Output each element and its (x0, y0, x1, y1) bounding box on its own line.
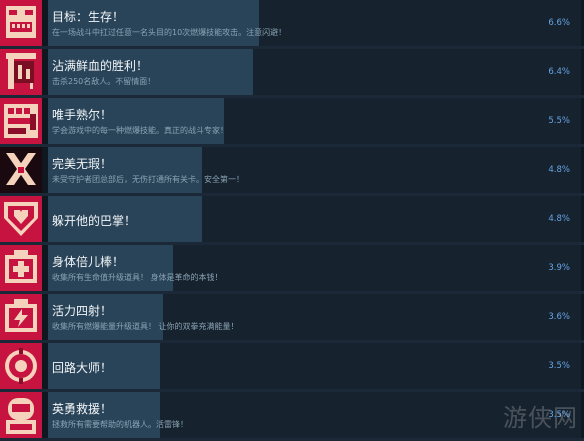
achievement-row[interactable]: 目标：生存！ 在一场战斗中扛过任意一名头目的10次燃爆技能攻击。注意闪避！ 6.6% (0, 0, 584, 46)
achievement-row[interactable]: 活力四射！ 收集所有燃爆能量升级道具！ 让你的双拳充满能量！ 3.6% (0, 294, 584, 340)
unlock-percent: 6.6% (548, 18, 570, 28)
unlock-percent: 4.8% (548, 214, 570, 224)
achievement-title: 躲开他的巴掌！ (52, 214, 137, 228)
achievement-row[interactable]: 身体倍儿棒！ 收集所有生命值升级道具！ 身体是革命的本钱！ 3.9% (0, 245, 584, 291)
achievement-row[interactable]: 沾满鲜血的胜利！ 击杀250名敌人。不留情面！ 6.4% (0, 49, 584, 95)
achievement-title: 目标：生存！ (52, 10, 125, 24)
bloody-banner-icon (0, 49, 42, 95)
progress-bar (48, 98, 581, 144)
unlock-percent: 5.5% (548, 116, 570, 126)
grinning-face-icon (0, 0, 42, 46)
achievement-description: 拯救所有需要帮助的机器人。活雷锋！ (52, 420, 188, 429)
achievement-title: 唯手熟尔！ (52, 108, 113, 122)
achievement-title: 身体倍儿棒！ (52, 255, 125, 269)
achievement-description: 在一场战斗中扛过任意一名头目的10次燃爆技能攻击。注意闪避！ (52, 28, 287, 37)
achievement-description: 击杀250名敌人。不留情面！ (52, 77, 156, 86)
progress-bar (48, 343, 581, 389)
health-pack-icon (0, 245, 42, 291)
unlock-percent: 3.6% (548, 312, 570, 322)
progress-bar (48, 294, 581, 340)
progress-bar (48, 0, 581, 46)
achievement-description: 未受守护者团总部后，无伤打通所有关卡。安全第一！ (52, 175, 244, 184)
achievement-description: 学会游戏中的每一种燃爆技能。真正的战斗专家！ (52, 126, 228, 135)
achievement-title: 活力四射！ (52, 304, 113, 318)
watermark: 游侠网 (503, 404, 578, 432)
achievement-title: 沾满鲜血的胜利！ (52, 59, 149, 73)
achievement-title: 英勇救援！ (52, 402, 113, 416)
unlock-percent: 3.9% (548, 263, 570, 273)
achievement-description: 收集所有燃爆能量升级道具！ 让你的双拳充满能量！ (52, 322, 239, 331)
robot-helmet-icon (0, 392, 42, 438)
unlock-percent: 3.5% (548, 361, 570, 371)
achievement-row[interactable]: 英勇救援！ 拯救所有需要帮助的机器人。活雷锋！ 3.5% (0, 392, 584, 438)
shield-heart-icon (0, 196, 42, 242)
energy-pack-icon (0, 294, 42, 340)
achievement-description: 收集所有生命值升级道具！ 身体是革命的本钱！ (52, 273, 223, 282)
unlock-percent: 6.4% (548, 67, 570, 77)
crossed-lightning-icon (0, 147, 42, 193)
circuit-medal-icon (0, 343, 42, 389)
progress-bar (48, 245, 581, 291)
achievement-row[interactable]: 躲开他的巴掌！ 4.8% (0, 196, 584, 242)
achievement-list: 目标：生存！ 在一场战斗中扛过任意一名头目的10次燃爆技能攻击。注意闪避！ 6.6%… (0, 0, 584, 441)
power-fist-icon (0, 98, 42, 144)
progress-bar (48, 392, 581, 438)
unlock-percent: 4.8% (548, 165, 570, 175)
achievement-row[interactable]: 回路大师！ 3.5% (0, 343, 584, 389)
achievement-row[interactable]: 唯手熟尔！ 学会游戏中的每一种燃爆技能。真正的战斗专家！ 5.5% (0, 98, 584, 144)
achievement-title: 回路大师！ (52, 361, 113, 375)
achievement-title: 完美无瑕！ (52, 157, 113, 171)
achievement-row[interactable]: 完美无瑕！ 未受守护者团总部后，无伤打通所有关卡。安全第一！ 4.8% (0, 147, 584, 193)
progress-bar (48, 147, 581, 193)
